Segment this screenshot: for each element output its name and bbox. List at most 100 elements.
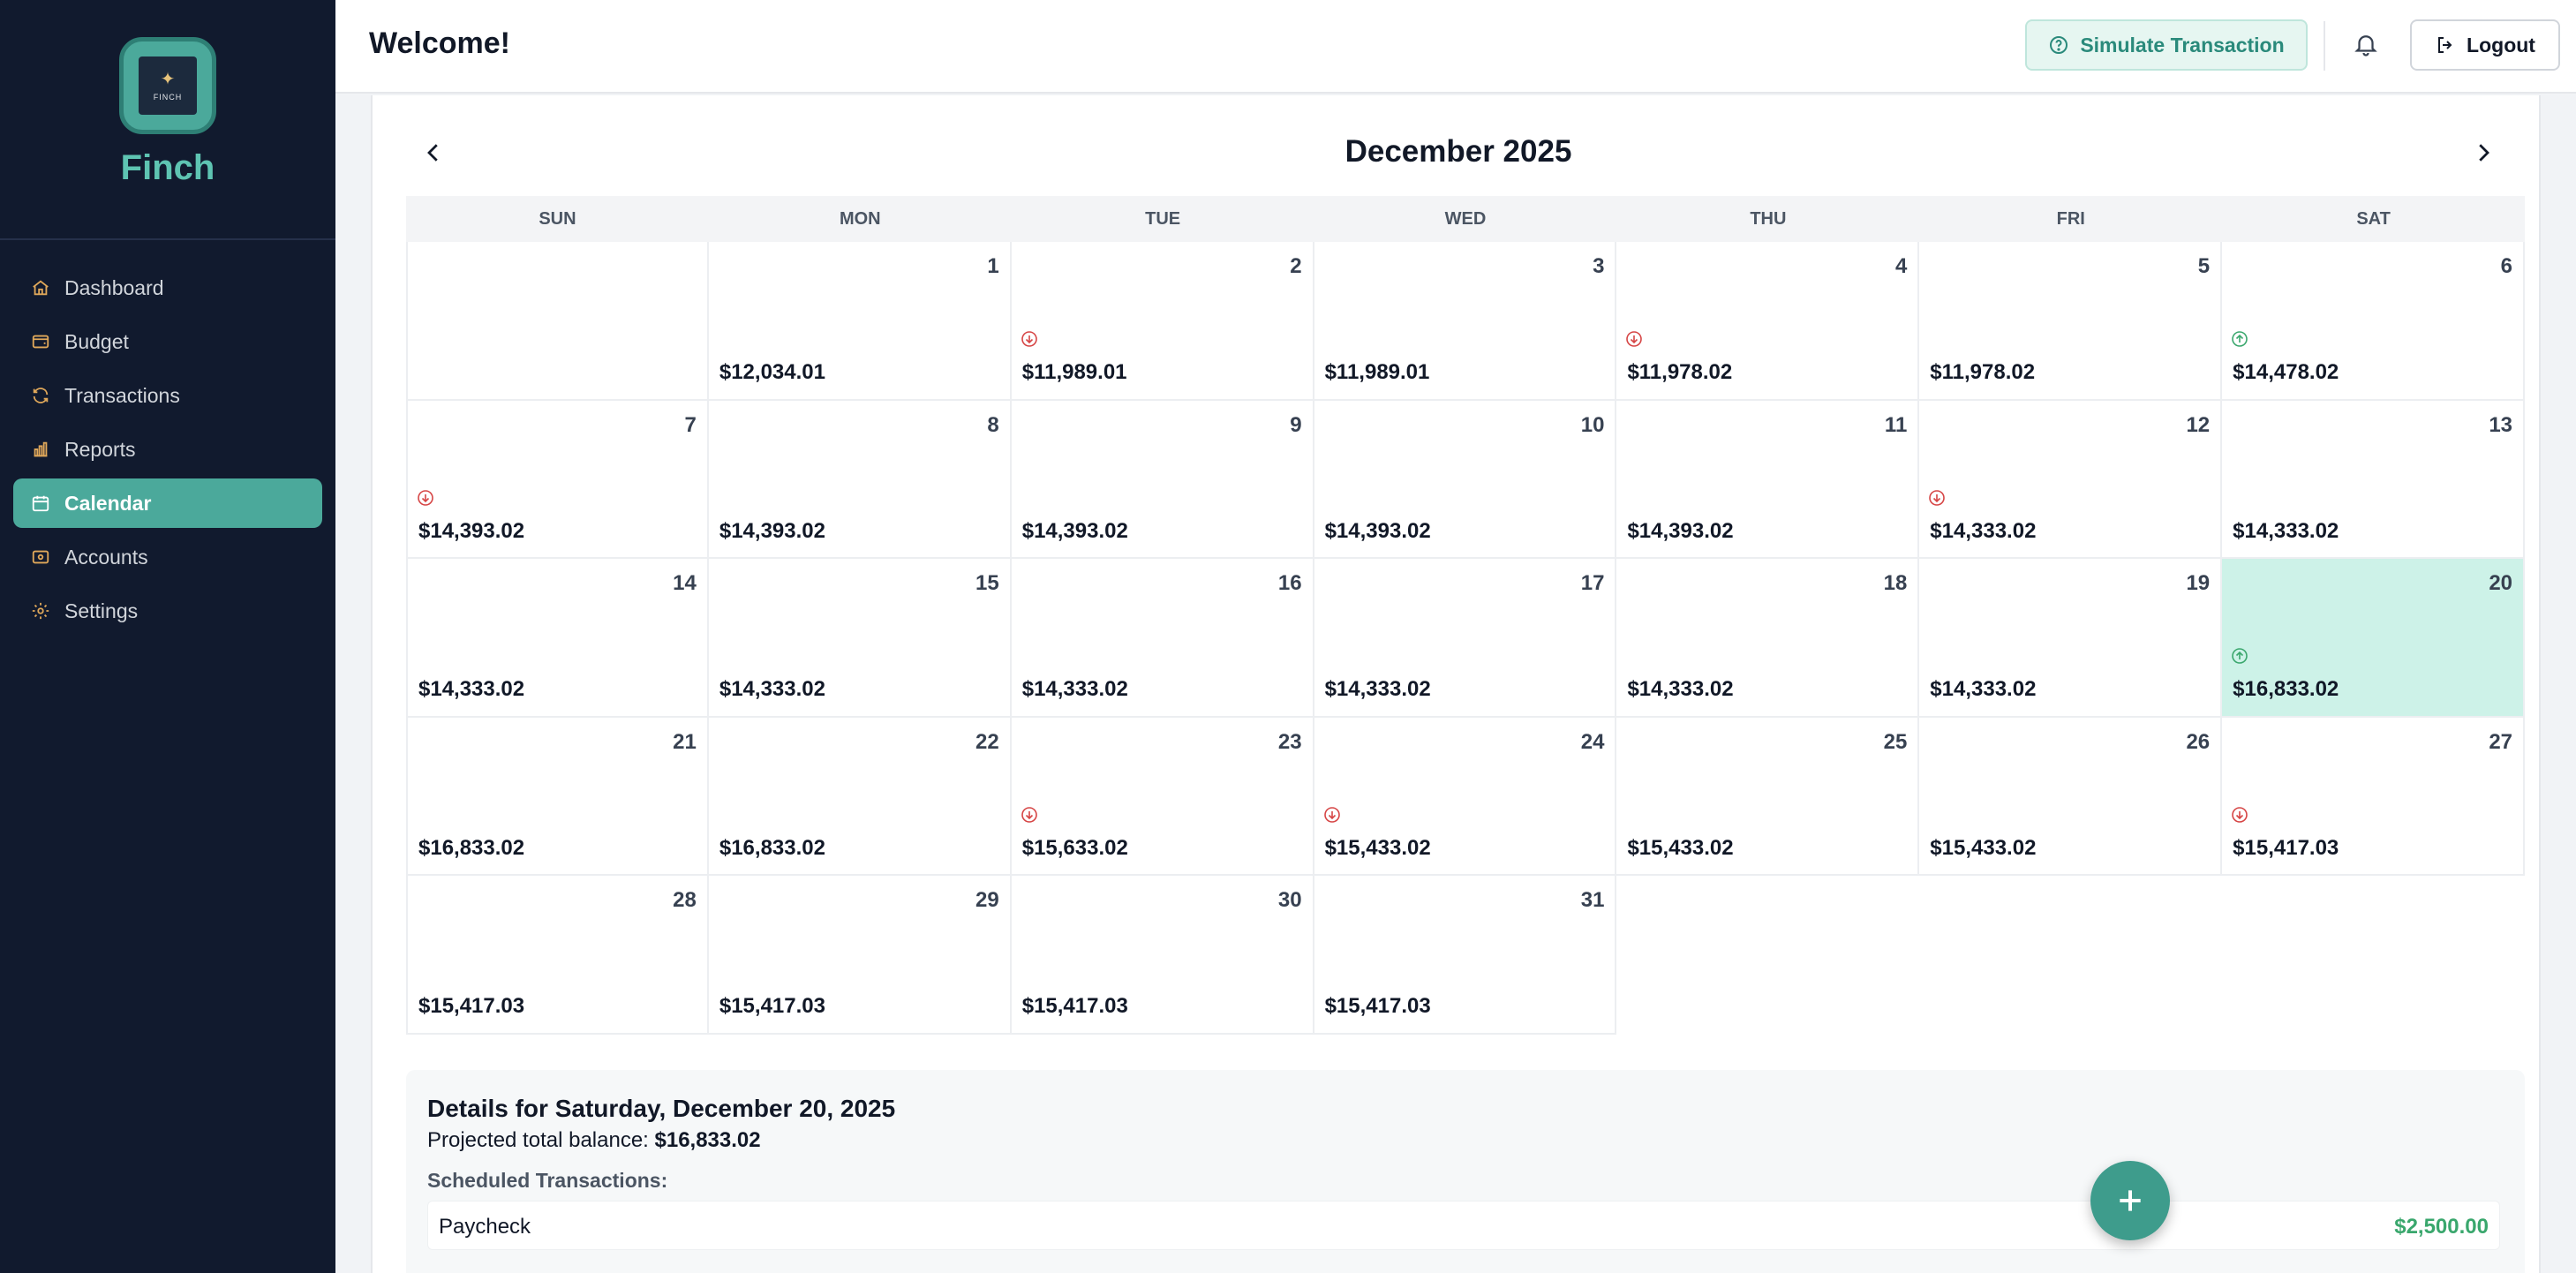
day-number: 31 <box>1580 888 1605 912</box>
sidebar-item-transactions[interactable]: Transactions <box>13 371 322 420</box>
calendar-day-cell[interactable]: 6 $14,478.02 <box>2222 242 2526 401</box>
day-details-panel: Details for Saturday, December 20, 2025 … <box>406 1070 2525 1273</box>
day-balance: $14,333.02 <box>1021 677 1128 701</box>
calendar-day-cell[interactable]: 18 $14,333.02 <box>1616 559 1920 718</box>
sidebar-item-label: Dashboard <box>64 275 164 299</box>
calendar-day-cell[interactable]: 17 $14,333.02 <box>1314 559 1617 718</box>
income-arrow-up-icon <box>2232 331 2248 347</box>
notifications-bell-icon[interactable] <box>2350 28 2382 60</box>
calendar-day-cell[interactable]: 15 $14,333.02 <box>708 559 1012 718</box>
calendar-day-cell[interactable]: 7 $14,393.02 <box>406 400 709 559</box>
logout-icon <box>2438 37 2452 53</box>
calendar-day-cell[interactable]: 24 $15,433.02 <box>1314 717 1617 876</box>
day-balance: $15,417.03 <box>1324 994 1431 1018</box>
sidebar-item-label: Calendar <box>64 491 152 515</box>
sidebar-item-calendar[interactable]: Calendar <box>13 478 322 528</box>
day-number: 1 <box>987 254 999 278</box>
day-balance: $11,978.02 <box>1930 360 2036 384</box>
app-logo[interactable]: ✦ FINCH <box>119 37 216 134</box>
calendar-day-cell[interactable]: 10 $14,393.02 <box>1314 400 1617 559</box>
calendar-day-cell[interactable]: 22 $16,833.02 <box>708 717 1012 876</box>
brand: ✦ FINCH Finch <box>0 0 335 240</box>
calendar-day-cell[interactable]: 9 $14,393.02 <box>1011 400 1314 559</box>
transaction-row[interactable]: Paycheck $2,500.00 <box>427 1201 2500 1250</box>
calendar-day-cell[interactable]: 13 $14,333.02 <box>2222 400 2526 559</box>
calendar-day-cell[interactable]: 4 $11,978.02 <box>1616 242 1920 401</box>
calendar-day-cell[interactable]: 2 $11,989.01 <box>1011 242 1314 401</box>
calendar-day-cell[interactable]: 25 $15,433.02 <box>1616 717 1920 876</box>
day-number: 4 <box>1894 254 1908 278</box>
day-balance: $14,333.02 <box>1324 677 1431 701</box>
calendar-day-cell[interactable]: 8 $14,393.02 <box>708 400 1012 559</box>
next-month-chevron-right-icon[interactable] <box>2465 134 2502 171</box>
scheduled-transactions-heading: Scheduled Transactions: <box>427 1169 668 1192</box>
sidebar-item-settings[interactable]: Settings <box>13 586 322 636</box>
logo-text: FINCH <box>153 93 183 102</box>
sidebar-item-dashboard[interactable]: Dashboard <box>13 263 322 313</box>
day-number: 29 <box>975 888 999 912</box>
day-balance: $11,989.01 <box>1021 360 1127 384</box>
calendar-day-cell[interactable]: 31 $15,417.03 <box>1314 876 1617 1035</box>
day-balance: $12,034.01 <box>719 360 825 384</box>
simulate-transaction-button[interactable]: Simulate Transaction <box>2025 19 2308 71</box>
day-number: 15 <box>975 571 999 595</box>
day-number: 17 <box>1580 571 1605 595</box>
bird-icon: ✦ <box>160 70 176 89</box>
income-arrow-up-icon <box>2232 648 2248 664</box>
sidebar-item-reports[interactable]: Reports <box>13 425 322 474</box>
day-balance: $15,433.02 <box>1930 835 2037 860</box>
calendar-empty-cell <box>1616 876 1919 1035</box>
day-number: 11 <box>1884 412 1908 437</box>
calendar-day-cell[interactable]: 30 $15,417.03 <box>1011 876 1314 1035</box>
add-transaction-plus-icon[interactable] <box>2090 1161 2170 1240</box>
calendar-day-cell[interactable]: 27 $15,417.03 <box>2222 717 2526 876</box>
calendar-week-row: 21 $16,833.02 22 $16,833.02 23 $15,633.02 24 $1… <box>406 717 2526 876</box>
calendar-week-row: 28 $15,417.03 29 $15,417.03 30 $15,417.03 31 $1… <box>406 876 2525 1035</box>
day-balance: $16,833.02 <box>719 835 825 860</box>
weekday-label: TUE <box>1145 209 1181 229</box>
day-balance: $15,633.02 <box>1021 835 1128 860</box>
calendar-day-cell[interactable]: 11 $14,393.02 <box>1616 400 1920 559</box>
calendar-day-cell[interactable]: 26 $15,433.02 <box>1919 717 2223 876</box>
day-number: 3 <box>1593 254 1605 278</box>
day-number: 6 <box>2500 254 2513 278</box>
sidebar-item-accounts[interactable]: Accounts <box>13 532 322 582</box>
calendar-icon <box>31 493 50 513</box>
day-number: 21 <box>673 729 697 754</box>
calendar-day-cell[interactable]: 12 $14,333.02 <box>1919 400 2223 559</box>
day-number: 23 <box>1277 729 1302 754</box>
calendar-day-cell[interactable]: 5 $11,978.02 <box>1919 242 2223 401</box>
help-circle-icon <box>2050 36 2068 54</box>
day-balance: $14,333.02 <box>1930 677 2037 701</box>
calendar-day-cell[interactable]: 28 $15,417.03 <box>406 876 709 1035</box>
day-number: 25 <box>1883 729 1908 754</box>
calendar-day-cell[interactable]: 3 $11,989.01 <box>1314 242 1617 401</box>
calendar-day-cell[interactable]: 19 $14,333.02 <box>1919 559 2223 718</box>
day-number: 24 <box>1580 729 1605 754</box>
day-balance: $14,393.02 <box>719 518 825 543</box>
day-balance: $14,393.02 <box>418 518 525 543</box>
bar-chart-icon <box>31 440 50 459</box>
weekday-label: FRI <box>2056 209 2085 229</box>
month-title: December 2025 <box>1344 134 1572 169</box>
calendar-day-cell[interactable]: 20 $16,833.02 <box>2222 559 2526 718</box>
sidebar-item-label: Accounts <box>64 545 148 569</box>
day-balance: $16,833.02 <box>418 835 525 860</box>
simulate-transaction-label: Simulate Transaction <box>2080 33 2285 56</box>
logout-label: Logout <box>2467 33 2535 56</box>
day-balance: $14,393.02 <box>1627 518 1734 543</box>
calendar-weeks: 1 $12,034.01 2 $11,989.01 3 $11,989.01 4 $11,97… <box>406 242 2526 1035</box>
calendar-day-cell[interactable]: 1 $12,034.01 <box>708 242 1012 401</box>
calendar-day-cell[interactable]: 14 $14,333.02 <box>406 559 709 718</box>
day-number: 18 <box>1883 571 1908 595</box>
day-number: 14 <box>673 571 697 595</box>
calendar-day-cell[interactable]: 29 $15,417.03 <box>708 876 1012 1035</box>
day-number: 12 <box>2186 412 2211 437</box>
logout-button[interactable]: Logout <box>2410 19 2560 71</box>
calendar-day-cell[interactable]: 23 $15,633.02 <box>1011 717 1314 876</box>
sidebar-item-budget[interactable]: Budget <box>13 317 322 366</box>
weekday-label: MON <box>839 209 881 229</box>
calendar-day-cell[interactable]: 16 $14,333.02 <box>1011 559 1314 718</box>
calendar-day-cell[interactable]: 21 $16,833.02 <box>406 717 709 876</box>
gear-icon <box>31 601 50 621</box>
